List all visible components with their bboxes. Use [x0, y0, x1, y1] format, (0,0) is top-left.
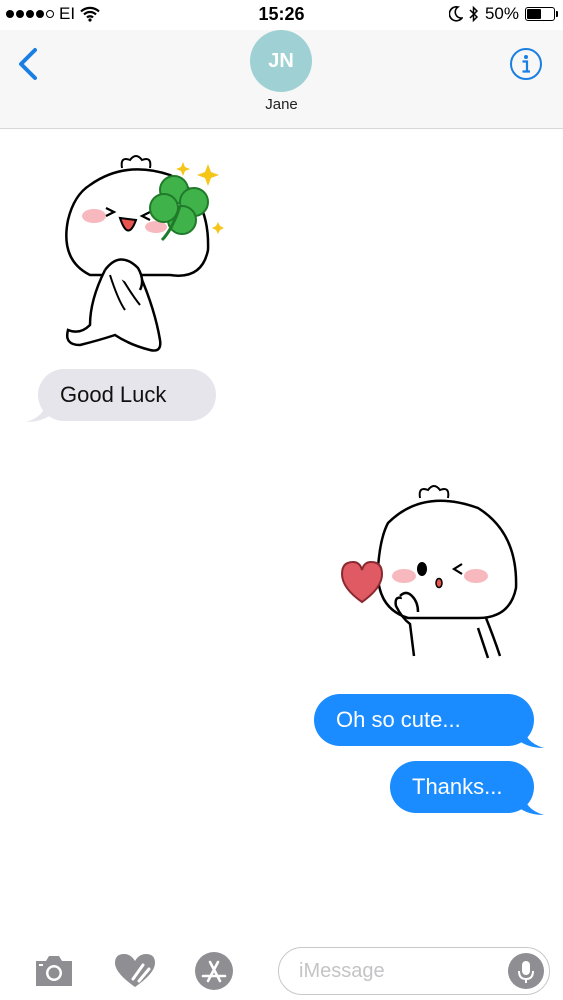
camera-icon[interactable]: [32, 953, 76, 989]
message-text: Oh so cute...: [336, 707, 461, 732]
conversation-header: JN Jane: [0, 30, 563, 129]
digital-touch-icon[interactable]: [113, 953, 157, 989]
incoming-bubble-tail: [26, 400, 52, 422]
app-store-icon[interactable]: [194, 951, 234, 991]
outgoing-message[interactable]: Oh so cute...: [314, 694, 534, 746]
outgoing-bubble-tail: [518, 793, 544, 815]
battery-percent: 50%: [484, 4, 519, 23]
bluetooth-icon: [469, 5, 479, 23]
status-bar: EI 15:26 50%: [0, 0, 563, 30]
avatar[interactable]: JN: [250, 30, 312, 92]
input-placeholder: iMessage: [299, 960, 385, 982]
clover-bun-sticker[interactable]: [50, 150, 230, 360]
info-icon[interactable]: [509, 47, 543, 81]
message-input-bar: iMessage: [0, 935, 563, 1000]
status-right: 50%: [448, 4, 558, 24]
incoming-message[interactable]: Good Luck: [38, 369, 216, 421]
message-text: Good Luck: [60, 382, 167, 407]
battery-fill: [527, 9, 541, 19]
message-text: Thanks...: [412, 774, 503, 799]
heart-shape: [340, 560, 384, 604]
imessage-input[interactable]: iMessage: [278, 947, 550, 995]
microphone-button[interactable]: [508, 953, 544, 989]
battery-icon: [525, 7, 558, 21]
microphone-icon: [518, 961, 534, 983]
moon-icon: [448, 6, 463, 22]
chevron-left-icon[interactable]: [14, 46, 44, 82]
contact-name[interactable]: Jane: [0, 96, 563, 113]
outgoing-message[interactable]: Thanks...: [390, 761, 534, 813]
outgoing-bubble-tail: [518, 726, 544, 748]
winking-bun-sticker[interactable]: [338, 478, 528, 663]
